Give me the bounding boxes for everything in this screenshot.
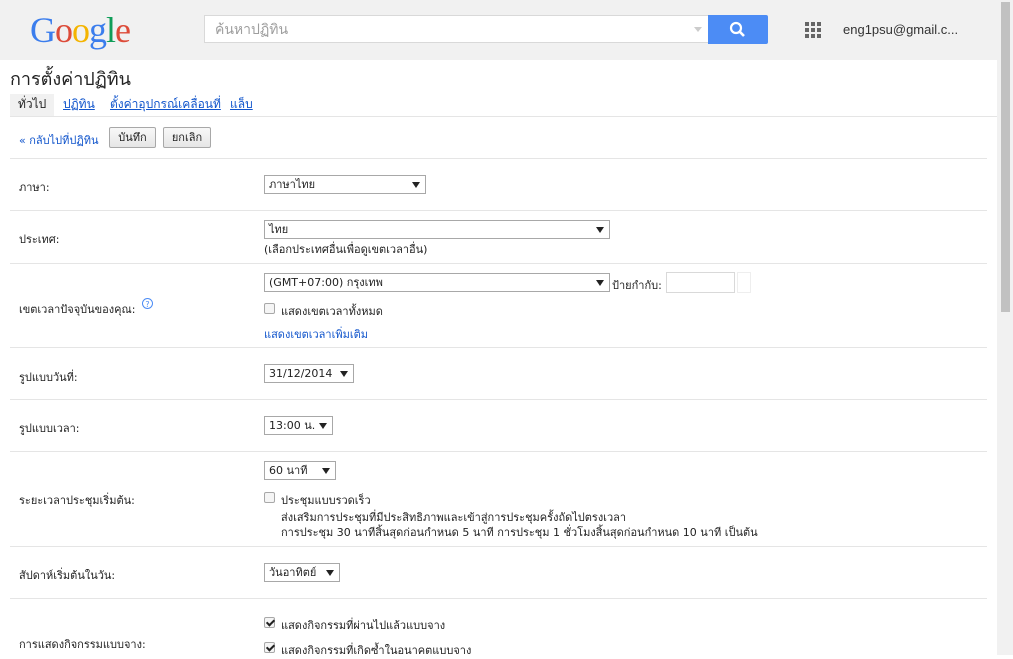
time-format-value: 13:00 น. xyxy=(269,419,316,432)
date-format-row xyxy=(10,347,987,400)
search-icon xyxy=(729,21,745,37)
scrollbar-thumb[interactable] xyxy=(1001,2,1010,312)
language-value: ภาษาไทย xyxy=(269,178,316,191)
meeting-length-select[interactable]: 60 นาที xyxy=(264,461,336,480)
dim-past-events-label: แสดงกิจกรรมที่ผ่านไปแล้วแบบจาง xyxy=(281,619,446,632)
dropdown-arrow-icon xyxy=(596,227,604,233)
date-format-select[interactable]: 31/12/2014 xyxy=(264,364,354,383)
time-format-row xyxy=(10,399,987,452)
country-label: ประเทศ: xyxy=(19,233,60,246)
apps-grid-icon[interactable] xyxy=(805,22,821,38)
date-format-value: 31/12/2014 xyxy=(269,367,333,380)
show-all-timezones-checkbox[interactable] xyxy=(264,303,275,314)
help-icon[interactable]: ? xyxy=(142,298,153,309)
dropdown-arrow-icon xyxy=(596,280,604,286)
dim-events-row xyxy=(10,598,987,656)
week-start-row xyxy=(10,546,987,599)
search-input[interactable] xyxy=(213,16,687,44)
country-select[interactable]: ไทย xyxy=(264,220,610,239)
week-start-label: สัปดาห์เริ่มต้นในวัน: xyxy=(19,569,116,582)
dropdown-arrow-icon xyxy=(326,570,334,576)
dropdown-arrow-icon xyxy=(322,468,330,474)
show-all-timezones-label: แสดงเขตเวลาทั้งหมด xyxy=(281,305,383,318)
country-value: ไทย xyxy=(269,223,289,236)
dim-recurring-events-label: แสดงกิจกรรมที่เกิดซ้ำในอนาคตแบบจาง xyxy=(281,644,472,657)
meeting-length-value: 60 นาที xyxy=(269,464,308,477)
tab-divider xyxy=(10,116,997,117)
dropdown-arrow-icon xyxy=(319,423,327,429)
language-row xyxy=(10,158,987,211)
tab-mobile-setup[interactable]: ตั้งค่าอุปกรณ์เคลื่อนที่ xyxy=(110,94,221,116)
google-logo[interactable]: Google xyxy=(30,10,131,50)
time-format-select[interactable]: 13:00 น. xyxy=(264,416,333,435)
dim-events-label: การแสดงกิจกรรมแบบจาง: xyxy=(19,638,146,651)
week-start-select[interactable]: วันอาทิตย์ xyxy=(264,563,340,582)
save-button[interactable]: บันทึก xyxy=(109,127,156,148)
language-label: ภาษา: xyxy=(19,181,50,194)
dim-past-events-checkbox[interactable] xyxy=(264,617,275,628)
timezone-tag-input[interactable] xyxy=(666,272,735,293)
scrollbar[interactable] xyxy=(997,0,1013,655)
speedy-meetings-desc-2: การประชุม 30 นาทีสิ้นสุดก่อนกำหนด 5 นาที… xyxy=(281,526,758,539)
cancel-button[interactable]: ยกเลิก xyxy=(163,127,211,148)
dropdown-arrow-icon xyxy=(340,371,348,377)
more-timezones-link[interactable]: แสดงเขตเวลาเพิ่มเติม xyxy=(264,325,368,343)
dim-recurring-events-checkbox[interactable] xyxy=(264,642,275,653)
speedy-meetings-label: ประชุมแบบรวดเร็ว xyxy=(281,494,371,507)
week-start-value: วันอาทิตย์ xyxy=(269,566,317,579)
tab-general[interactable]: ทั่วไป xyxy=(10,94,55,116)
date-format-label: รูปแบบวันที่: xyxy=(19,371,78,384)
meeting-length-label: ระยะเวลาประชุมเริ่มต้น: xyxy=(19,494,135,507)
top-bar: Google eng1psu@gmail.c... xyxy=(0,0,997,60)
timezone-select[interactable]: (GMT+07:00) กรุงเทพ xyxy=(264,273,610,292)
search-button[interactable] xyxy=(708,15,768,44)
page-title: การตั้งค่าปฏิทิน xyxy=(10,69,131,90)
country-hint: (เลือกประเทศอื่นเพื่อดูเขตเวลาอื่น) xyxy=(264,243,428,256)
timezone-tag-input-extra xyxy=(737,272,751,293)
search-options-caret[interactable] xyxy=(694,27,702,32)
dropdown-arrow-icon xyxy=(412,182,420,188)
timezone-label: เขตเวลาปัจจุบันของคุณ: xyxy=(19,303,136,316)
timezone-tag-label: ป้ายกำกับ: xyxy=(612,279,662,292)
time-format-label: รูปแบบเวลา: xyxy=(19,422,80,435)
speedy-meetings-checkbox[interactable] xyxy=(264,492,275,503)
account-email[interactable]: eng1psu@gmail.c... xyxy=(843,22,958,37)
tab-labs[interactable]: แล็บ xyxy=(230,94,253,116)
search-box[interactable] xyxy=(204,15,708,44)
language-select[interactable]: ภาษาไทย xyxy=(264,175,426,194)
tab-calendars[interactable]: ปฏิทิน xyxy=(63,94,95,116)
back-to-calendar-link[interactable]: « กลับไปที่ปฏิทิน xyxy=(19,131,99,149)
timezone-value: (GMT+07:00) กรุงเทพ xyxy=(269,276,383,289)
